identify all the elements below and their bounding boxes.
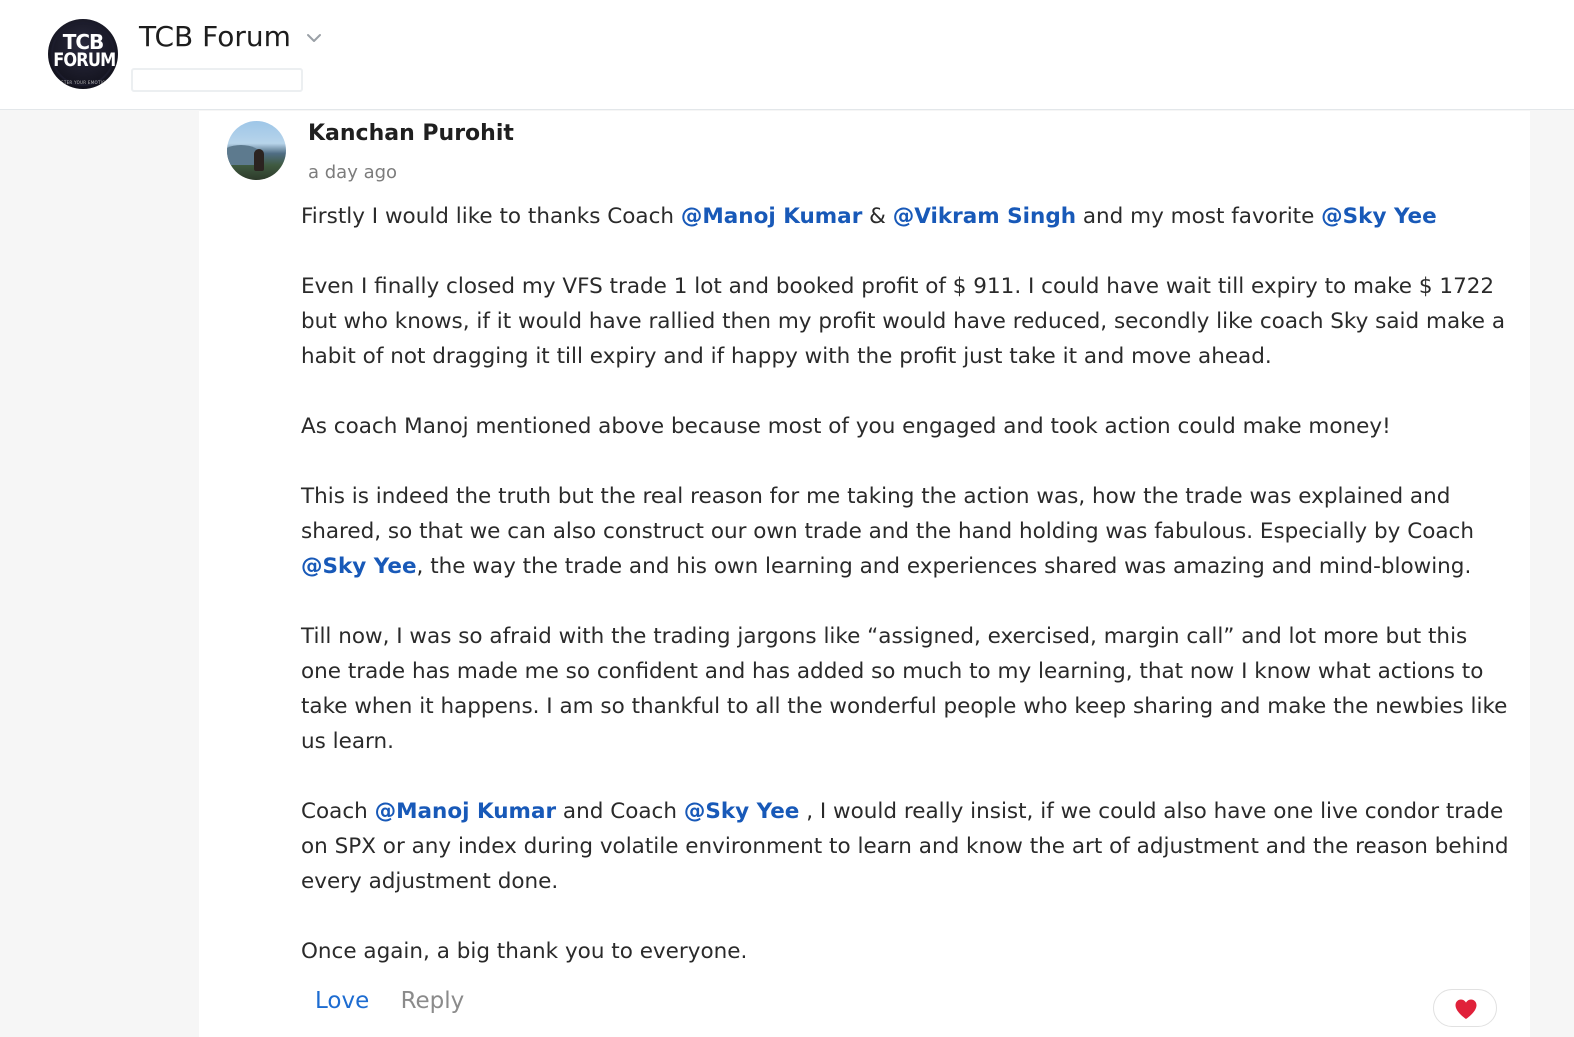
post-paragraph: Till now, I was so afraid with the tradi… — [301, 619, 1511, 759]
heart-icon — [1455, 999, 1477, 1019]
post-paragraph: Even I finally closed my VFS trade 1 lot… — [301, 269, 1511, 374]
post-paragraph: Once again, a big thank you to everyone. — [301, 934, 1511, 969]
avatar-person — [254, 149, 264, 171]
forum-title[interactable]: TCB Forum — [139, 20, 291, 53]
post-card: Kanchan Purohit a day ago Firstly I woul… — [199, 111, 1530, 1037]
logo-text-line2: FORUM — [53, 49, 116, 71]
user-mention-link[interactable]: @Sky Yee — [1321, 204, 1437, 229]
forum-logo[interactable]: TCB FORUM MASTER YOUR EMOTIONS — [48, 19, 118, 89]
post-text: As coach Manoj mentioned above because m… — [301, 414, 1391, 439]
post-text: Once again, a big thank you to everyone. — [301, 939, 748, 964]
post-timestamp[interactable]: a day ago — [308, 162, 397, 183]
reply-button[interactable]: Reply — [401, 988, 465, 1014]
user-mention-link[interactable]: @Manoj Kumar — [375, 799, 556, 824]
post-text: , the way the trade and his own learning… — [416, 554, 1472, 579]
post-text: and my most favorite — [1076, 204, 1322, 229]
user-mention-link[interactable]: @Sky Yee — [301, 554, 417, 579]
reaction-button[interactable] — [1433, 989, 1497, 1027]
author-name[interactable]: Kanchan Purohit — [308, 121, 514, 146]
post-text: and Coach — [556, 799, 684, 824]
post-paragraph: As coach Manoj mentioned above because m… — [301, 409, 1511, 444]
logo-tagline: MASTER YOUR EMOTIONS — [54, 80, 112, 85]
post-paragraph: Firstly I would like to thanks Coach @Ma… — [301, 199, 1511, 234]
post-actions: Love Reply — [315, 988, 464, 1014]
post-text: This is indeed the truth but the real re… — [301, 484, 1474, 544]
post-text: Coach — [301, 799, 375, 824]
user-mention-link[interactable]: @Manoj Kumar — [681, 204, 862, 229]
post-paragraph: This is indeed the truth but the real re… — [301, 479, 1511, 584]
post-text: Till now, I was so afraid with the tradi… — [301, 624, 1508, 754]
post-text: & — [862, 204, 893, 229]
author-avatar[interactable] — [227, 121, 286, 180]
post-text: Even I finally closed my VFS trade 1 lot… — [301, 274, 1506, 369]
love-button[interactable]: Love — [315, 988, 369, 1014]
post-text: Firstly I would like to thanks Coach — [301, 204, 681, 229]
post-paragraph: Coach @Manoj Kumar and Coach @Sky Yee , … — [301, 794, 1511, 899]
chevron-down-icon[interactable] — [304, 28, 324, 48]
user-mention-link[interactable]: @Sky Yee — [684, 799, 800, 824]
top-header: TCB FORUM MASTER YOUR EMOTIONS TCB Forum — [0, 0, 1574, 110]
user-mention-link[interactable]: @Vikram Singh — [893, 204, 1076, 229]
post-body: Firstly I would like to thanks Coach @Ma… — [301, 199, 1511, 1004]
header-search-field[interactable] — [131, 68, 303, 92]
